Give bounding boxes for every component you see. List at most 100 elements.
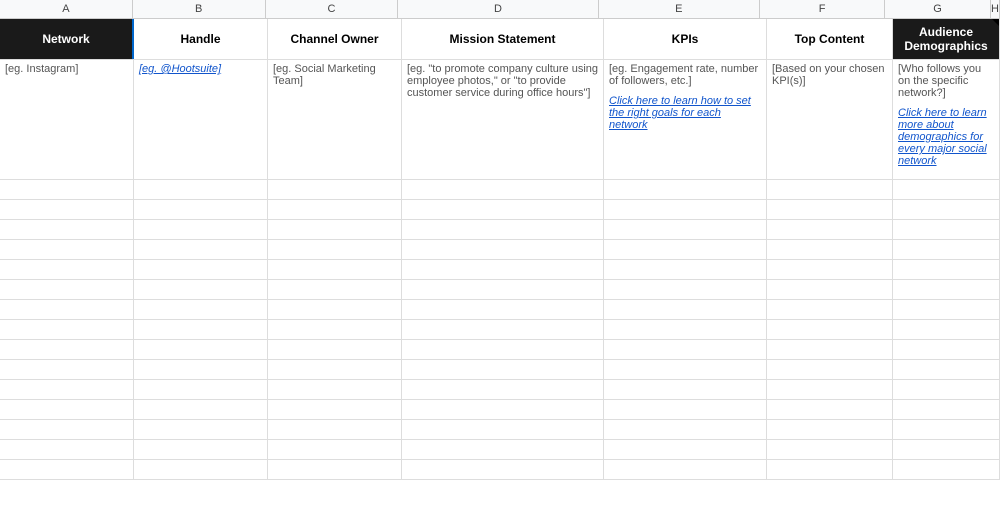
cell-f1[interactable]: [Based on your chosen KPI(s)]: [767, 60, 893, 179]
cell-b12[interactable]: [134, 380, 268, 399]
cell-c4[interactable]: [268, 220, 402, 239]
cell-f8[interactable]: [767, 300, 893, 319]
cell-b6[interactable]: [134, 260, 268, 279]
cell-e10[interactable]: [604, 340, 767, 359]
cell-f10[interactable]: [767, 340, 893, 359]
cell-b4[interactable]: [134, 220, 268, 239]
cell-a1[interactable]: [eg. Instagram]: [0, 60, 134, 179]
cell-d3[interactable]: [402, 200, 604, 219]
cell-g16[interactable]: [893, 460, 1000, 479]
cell-e3[interactable]: [604, 200, 767, 219]
cell-g7[interactable]: [893, 280, 1000, 299]
cell-g2[interactable]: [893, 180, 1000, 199]
cell-d1[interactable]: [eg. "to promote company culture using e…: [402, 60, 604, 179]
cell-a5[interactable]: [0, 240, 134, 259]
cell-e16[interactable]: [604, 460, 767, 479]
cell-g5[interactable]: [893, 240, 1000, 259]
cell-a6[interactable]: [0, 260, 134, 279]
cell-b14[interactable]: [134, 420, 268, 439]
cell-d12[interactable]: [402, 380, 604, 399]
kpis-header[interactable]: KPIs: [604, 19, 767, 59]
cell-f11[interactable]: [767, 360, 893, 379]
cell-f5[interactable]: [767, 240, 893, 259]
cell-c14[interactable]: [268, 420, 402, 439]
cell-c7[interactable]: [268, 280, 402, 299]
cell-f9[interactable]: [767, 320, 893, 339]
cell-g1[interactable]: [Who follows you on the specific network…: [893, 60, 1000, 179]
cell-c5[interactable]: [268, 240, 402, 259]
cell-d9[interactable]: [402, 320, 604, 339]
cell-e4[interactable]: [604, 220, 767, 239]
cell-b16[interactable]: [134, 460, 268, 479]
cell-e6[interactable]: [604, 260, 767, 279]
mission-statement-header[interactable]: Mission Statement: [402, 19, 604, 59]
cell-b9[interactable]: [134, 320, 268, 339]
cell-a3[interactable]: [0, 200, 134, 219]
cell-e8[interactable]: [604, 300, 767, 319]
cell-a13[interactable]: [0, 400, 134, 419]
cell-e15[interactable]: [604, 440, 767, 459]
cell-d6[interactable]: [402, 260, 604, 279]
cell-f16[interactable]: [767, 460, 893, 479]
cell-g8[interactable]: [893, 300, 1000, 319]
cell-e1[interactable]: [eg. Engagement rate, number of follower…: [604, 60, 767, 179]
cell-g14[interactable]: [893, 420, 1000, 439]
cell-e2[interactable]: [604, 180, 767, 199]
cell-d5[interactable]: [402, 240, 604, 259]
cell-g15[interactable]: [893, 440, 1000, 459]
audience-demographics-header[interactable]: Audience Demographics: [893, 19, 1000, 59]
cell-c13[interactable]: [268, 400, 402, 419]
cell-a11[interactable]: [0, 360, 134, 379]
cell-f6[interactable]: [767, 260, 893, 279]
cell-a12[interactable]: [0, 380, 134, 399]
cell-d7[interactable]: [402, 280, 604, 299]
cell-c3[interactable]: [268, 200, 402, 219]
cell-c10[interactable]: [268, 340, 402, 359]
cell-b13[interactable]: [134, 400, 268, 419]
cell-g12[interactable]: [893, 380, 1000, 399]
cell-f13[interactable]: [767, 400, 893, 419]
cell-f15[interactable]: [767, 440, 893, 459]
cell-c9[interactable]: [268, 320, 402, 339]
cell-d15[interactable]: [402, 440, 604, 459]
cell-d4[interactable]: [402, 220, 604, 239]
cell-b11[interactable]: [134, 360, 268, 379]
cell-g13[interactable]: [893, 400, 1000, 419]
cell-d13[interactable]: [402, 400, 604, 419]
cell-e13[interactable]: [604, 400, 767, 419]
cell-g10[interactable]: [893, 340, 1000, 359]
cell-c16[interactable]: [268, 460, 402, 479]
cell-e14[interactable]: [604, 420, 767, 439]
cell-c2[interactable]: [268, 180, 402, 199]
cell-f4[interactable]: [767, 220, 893, 239]
cell-b1[interactable]: [eg. @Hootsuite]: [134, 60, 268, 179]
cell-d14[interactable]: [402, 420, 604, 439]
cell-b10[interactable]: [134, 340, 268, 359]
cell-c1[interactable]: [eg. Social Marketing Team]: [268, 60, 402, 179]
cell-b15[interactable]: [134, 440, 268, 459]
cell-b2[interactable]: [134, 180, 268, 199]
cell-g11[interactable]: [893, 360, 1000, 379]
cell-a14[interactable]: [0, 420, 134, 439]
cell-a7[interactable]: [0, 280, 134, 299]
cell-e11[interactable]: [604, 360, 767, 379]
cell-f2[interactable]: [767, 180, 893, 199]
cell-c12[interactable]: [268, 380, 402, 399]
cell-a10[interactable]: [0, 340, 134, 359]
cell-g4[interactable]: [893, 220, 1000, 239]
cell-a8[interactable]: [0, 300, 134, 319]
cell-a4[interactable]: [0, 220, 134, 239]
cell-c11[interactable]: [268, 360, 402, 379]
cell-c6[interactable]: [268, 260, 402, 279]
cell-f3[interactable]: [767, 200, 893, 219]
cell-a15[interactable]: [0, 440, 134, 459]
cell-a9[interactable]: [0, 320, 134, 339]
cell-g3[interactable]: [893, 200, 1000, 219]
handle-header[interactable]: Handle: [134, 19, 268, 59]
cell-d11[interactable]: [402, 360, 604, 379]
cell-e12[interactable]: [604, 380, 767, 399]
network-header[interactable]: Network: [0, 19, 134, 59]
cell-b7[interactable]: [134, 280, 268, 299]
cell-e7[interactable]: [604, 280, 767, 299]
cell-f14[interactable]: [767, 420, 893, 439]
